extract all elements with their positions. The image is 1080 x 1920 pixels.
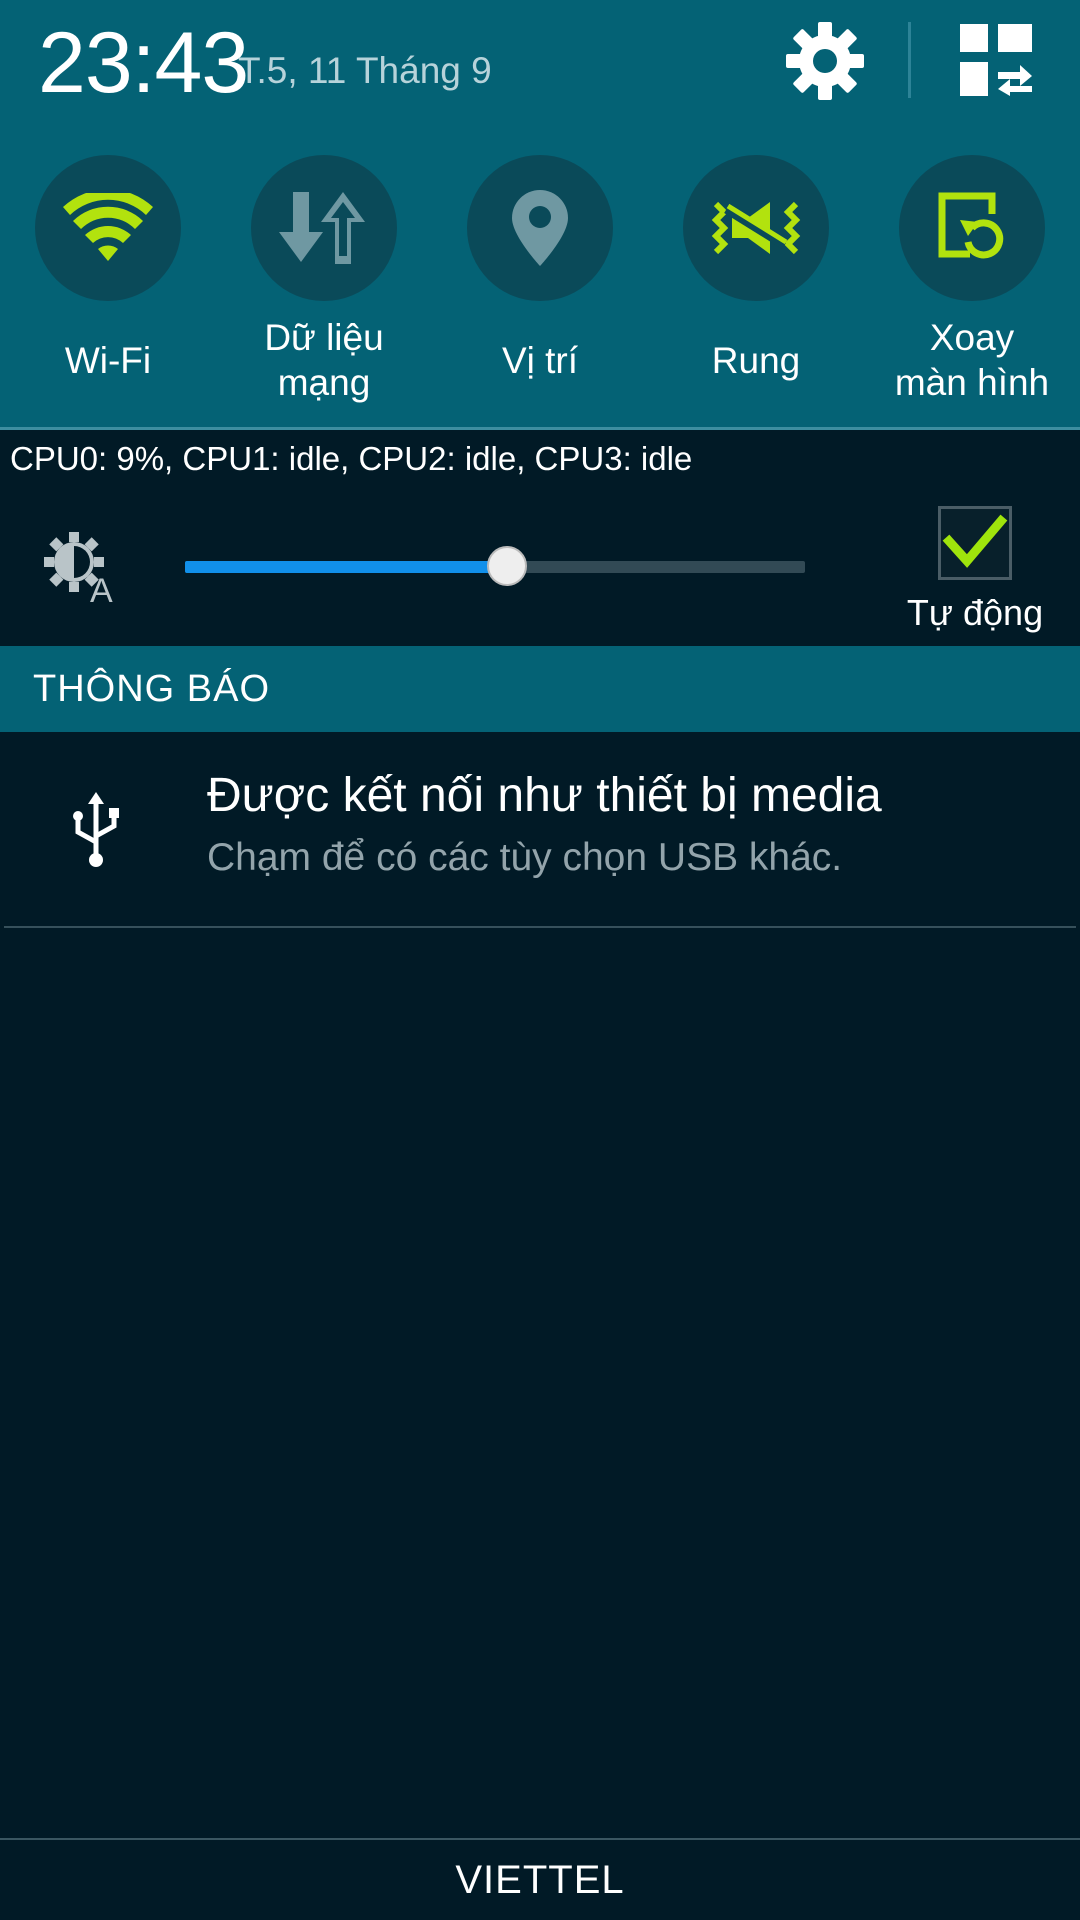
- notification-title: Được kết nối như thiết bị media: [207, 769, 882, 822]
- toggle-rotate-label-line1: Xoay: [929, 317, 1015, 358]
- notifications-title: THÔNG BÁO: [33, 668, 271, 710]
- brightness-auto-icon: A: [44, 532, 113, 610]
- toggle-wifi-label-line: Wi-Fi: [64, 339, 152, 381]
- toggle-vibrate-label-line: Rung: [711, 339, 801, 381]
- grid-swap-icon: [960, 24, 1032, 96]
- toggle-mobile-data[interactable]: Dữ liệu mạng: [224, 155, 424, 405]
- brightness-auto-icon-wrap: A: [44, 532, 120, 610]
- quick-settings-header: 23:43 T.5, 11 Tháng 9 Wi-Fi Dữ liệu mạng…: [0, 0, 1080, 430]
- cpu-status-text: CPU0: 9%, CPU1: idle, CPU2: idle, CPU3: …: [10, 440, 693, 477]
- rotate-screen-icon: [938, 192, 1004, 259]
- toggle-location-label-line: Vị trí: [501, 339, 579, 381]
- header-divider: [908, 22, 911, 98]
- notification-subtitle: Chạm để có các tùy chọn USB khác.: [207, 836, 843, 879]
- toggle-vibrate[interactable]: Rung: [656, 155, 856, 405]
- carrier-label: VIETTEL: [455, 1858, 625, 1902]
- carrier-divider: [0, 1838, 1080, 1840]
- toggle-rotate-label: Xoay màn hình: [872, 315, 1072, 405]
- toggle-location-label: Vị trí: [440, 315, 640, 405]
- toggle-mobile-data-label: Dữ liệu mạng: [224, 315, 424, 405]
- toggle-wifi-circle: [35, 155, 181, 301]
- auto-brightness-label: Tự động: [906, 592, 1044, 633]
- notification-panel: 23:43 T.5, 11 Tháng 9 Wi-Fi Dữ liệu mạng…: [0, 0, 1080, 1920]
- notification-usb[interactable]: Được kết nối như thiết bị media Chạm để …: [0, 732, 1080, 928]
- toggle-rotate-circle: [899, 155, 1045, 301]
- svg-text:A: A: [90, 572, 113, 604]
- clock: 23:43: [38, 15, 249, 111]
- toggle-mobile-data-circle: [251, 155, 397, 301]
- location-pin-icon: [512, 190, 568, 266]
- toggle-location-circle: [467, 155, 613, 301]
- edit-quick-settings-button[interactable]: [958, 22, 1034, 98]
- toggle-wifi-label: Wi-Fi: [8, 315, 208, 405]
- gear-icon: [786, 22, 864, 100]
- toggle-mobile-data-label-line1: Dữ liệu: [264, 317, 384, 358]
- settings-button[interactable]: [784, 20, 866, 102]
- wifi-icon: [63, 193, 153, 261]
- usb-icon: [73, 792, 119, 867]
- toggle-wifi[interactable]: Wi-Fi: [8, 155, 208, 405]
- vibrate-icon: [711, 201, 801, 255]
- toggle-rotate[interactable]: Xoay màn hình: [872, 155, 1072, 405]
- checkmark-icon: [942, 514, 1008, 568]
- brightness-slider[interactable]: [185, 546, 805, 586]
- notifications-header: THÔNG BÁO: [0, 646, 1080, 732]
- toggle-rotate-label-line2: màn hình: [894, 362, 1050, 403]
- toggle-location[interactable]: Vị trí: [440, 155, 640, 405]
- auto-brightness-checkbox[interactable]: [938, 506, 1012, 580]
- toggle-mobile-data-label-line2: mạng: [277, 362, 371, 403]
- date-label: T.5, 11 Tháng 9: [238, 50, 492, 91]
- brightness-slider-fill: [185, 561, 508, 573]
- toggle-vibrate-label: Rung: [656, 315, 856, 405]
- toggle-vibrate-circle: [683, 155, 829, 301]
- data-arrows-icon: [279, 192, 365, 264]
- notification-divider: [4, 926, 1076, 928]
- brightness-slider-thumb[interactable]: [487, 546, 528, 586]
- usb-icon-wrap: [66, 792, 126, 868]
